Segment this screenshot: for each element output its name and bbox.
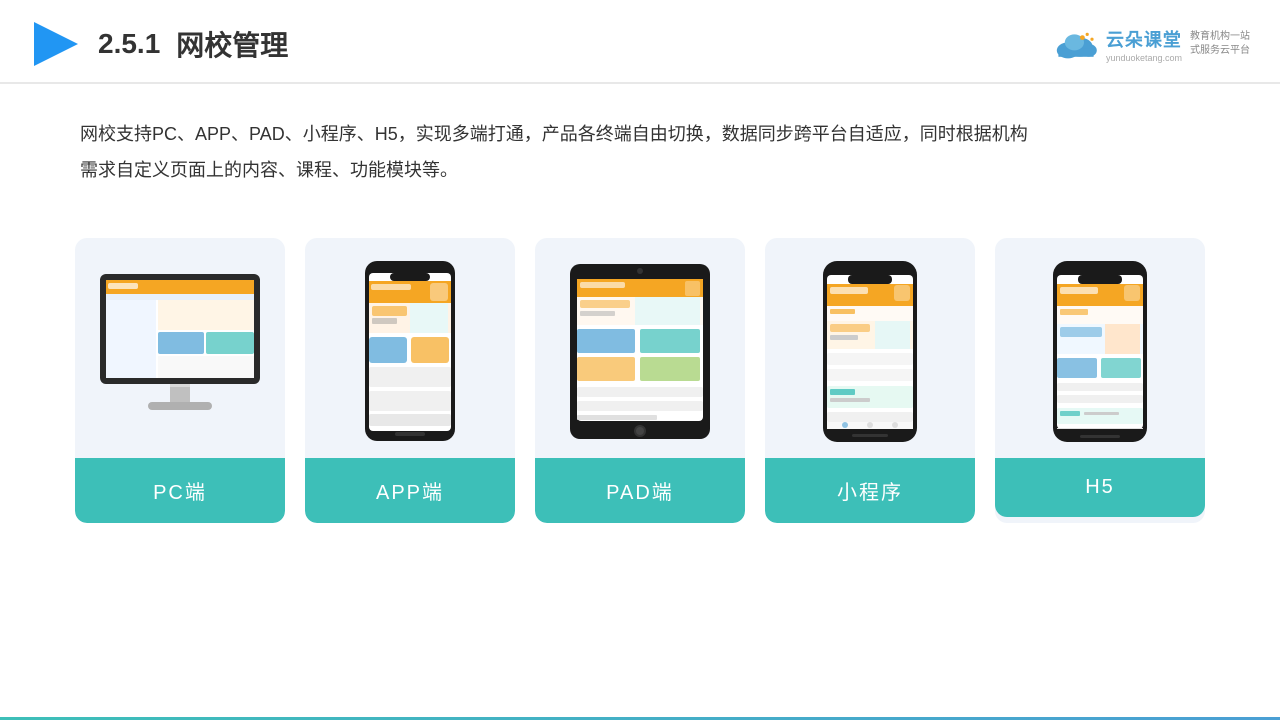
brand-tagline: 教育机构一站 式服务云平台 xyxy=(1190,30,1250,58)
card-h5-label: H5 xyxy=(995,458,1205,517)
brand-name: 云朵课堂 xyxy=(1106,26,1182,52)
card-pc-label: PC端 xyxy=(75,458,285,523)
card-pad-image xyxy=(535,238,745,458)
header-left: 2.5.1 网校管理 xyxy=(30,18,288,70)
brand-logo: 云朵课堂 yunduoketang.com 教育机构一站 式服务云平台 xyxy=(1052,26,1250,63)
brand-area: 云朵课堂 yunduoketang.com 教育机构一站 式服务云平台 xyxy=(1052,26,1250,63)
card-miniprogram-image xyxy=(765,238,975,458)
h5-device-icon xyxy=(1050,259,1150,444)
description-line2: 需求自定义页面上的内容、课程、功能模块等。 xyxy=(80,152,1200,188)
card-app-label: APP端 xyxy=(305,458,515,523)
card-pad: PAD端 xyxy=(535,238,745,523)
cloud-icon xyxy=(1052,28,1100,60)
page-title-text: 网校管理 xyxy=(176,24,288,64)
description-line: 网校支持PC、APP、PAD、小程序、H5，实现多端打通，产品各终端自由切换，数… xyxy=(80,116,1200,152)
card-pad-label: PAD端 xyxy=(535,458,745,523)
description-text: 网校支持PC、APP、PAD、小程序、H5，实现多端打通，产品各终端自由切换，数… xyxy=(0,84,1280,208)
card-app-image xyxy=(305,238,515,458)
card-h5: H5 xyxy=(995,238,1205,523)
brand-text: 云朵课堂 yunduoketang.com xyxy=(1106,26,1182,63)
cards-container: PC端 xyxy=(0,208,1280,553)
pc-device-icon xyxy=(90,269,270,434)
card-h5-image xyxy=(995,238,1205,458)
brand-url: yunduoketang.com xyxy=(1106,53,1182,63)
page-title: 2.5.1 xyxy=(98,28,160,60)
card-miniprogram: 小程序 xyxy=(765,238,975,523)
card-pc: PC端 xyxy=(75,238,285,523)
app-device-icon xyxy=(360,259,460,444)
pad-device-icon xyxy=(555,259,725,444)
card-app: APP端 xyxy=(305,238,515,523)
card-miniprogram-label: 小程序 xyxy=(765,458,975,523)
miniprogram-device-icon xyxy=(820,259,920,444)
logo-arrow-icon xyxy=(30,18,82,70)
header: 2.5.1 网校管理 云朵课堂 yunduoketang.com 教育机构一 xyxy=(0,0,1280,84)
card-pc-image xyxy=(75,238,285,458)
